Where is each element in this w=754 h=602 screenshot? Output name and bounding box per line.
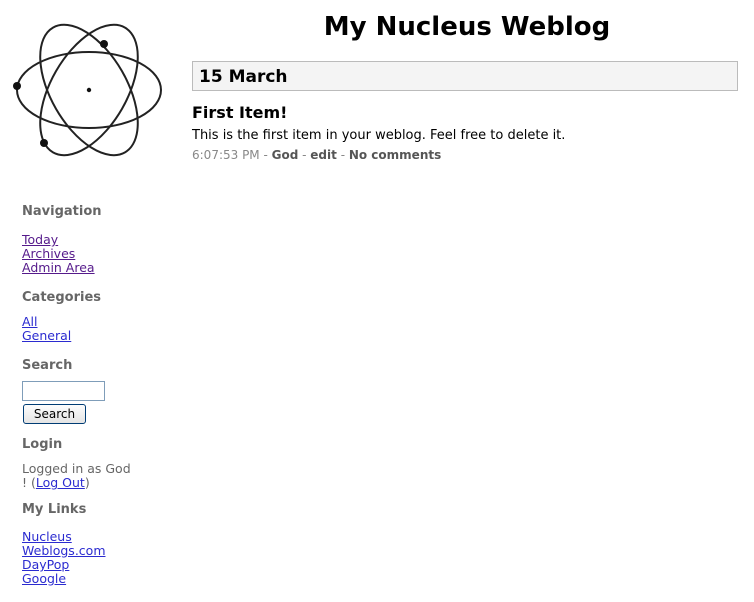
item-author-link[interactable]: God xyxy=(272,148,299,162)
weblog-item: First Item! This is the first item in yo… xyxy=(192,103,742,163)
item-body: This is the first item in your weblog. F… xyxy=(192,128,566,143)
item-meta: 6:07:53 PM - God - edit - No comments xyxy=(192,147,742,163)
nav-link-admin-area[interactable]: Admin Area xyxy=(22,261,95,275)
weblog-page: My Nucleus Weblog 15 March First Item! T… xyxy=(0,0,754,602)
item-comments-link[interactable]: No comments xyxy=(349,148,441,162)
item-title: First Item! xyxy=(192,103,288,122)
link-weblogs[interactable]: Weblogs.com xyxy=(22,544,106,558)
item-time: 6:07:53 PM xyxy=(192,148,260,162)
nav-link-archives[interactable]: Archives xyxy=(22,247,95,261)
item-edit-link[interactable]: edit xyxy=(310,148,337,162)
navigation-heading: Navigation xyxy=(22,204,102,219)
login-status-text: Logged in as God xyxy=(22,461,131,476)
site-title[interactable]: My Nucleus Weblog xyxy=(192,10,742,44)
meta-separator: - xyxy=(259,148,272,162)
logout-link[interactable]: Log Out xyxy=(36,475,85,490)
category-link-all[interactable]: All xyxy=(22,315,71,329)
my-links-heading: My Links xyxy=(22,502,87,517)
nav-link-today[interactable]: Today xyxy=(22,233,95,247)
link-nucleus[interactable]: Nucleus xyxy=(22,530,106,544)
meta-separator: - xyxy=(336,148,349,162)
meta-separator: - xyxy=(298,148,311,162)
navigation-links: Today Archives Admin Area xyxy=(22,233,95,275)
my-links-list: Nucleus Weblogs.com DayPop Google xyxy=(22,530,106,586)
atom-logo-icon xyxy=(13,23,162,157)
category-link-general[interactable]: General xyxy=(22,329,71,343)
login-heading: Login xyxy=(22,437,63,452)
login-status: Logged in as God! (Log Out) xyxy=(22,461,131,490)
search-input[interactable] xyxy=(22,381,105,401)
category-links: All General xyxy=(22,315,71,343)
date-header: 15 March xyxy=(192,61,738,91)
categories-heading: Categories xyxy=(22,290,102,305)
link-daypop[interactable]: DayPop xyxy=(22,558,106,572)
search-button[interactable]: Search xyxy=(23,404,86,424)
search-heading: Search xyxy=(22,358,73,373)
link-google[interactable]: Google xyxy=(22,572,106,586)
